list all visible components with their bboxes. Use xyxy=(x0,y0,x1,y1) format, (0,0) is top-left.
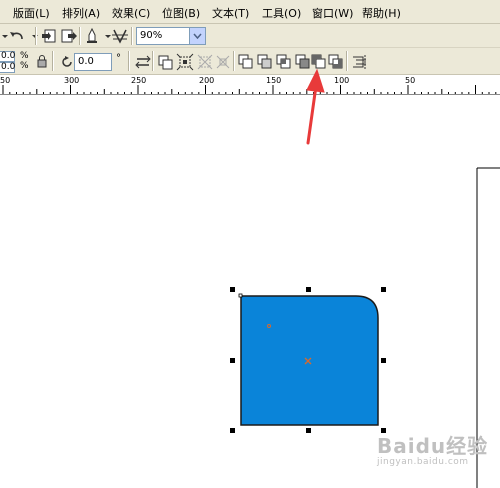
ungroup-all-icon xyxy=(196,53,214,71)
menu-text[interactable]: 文本(T) xyxy=(212,5,249,21)
menu-bar: 版面(L) 排列(A) 效果(C) 位图(B) 文本(T) 工具(O) 窗口(W… xyxy=(0,0,500,24)
percent-label: % xyxy=(20,51,29,61)
menu-bitmaps[interactable]: 位图(B) xyxy=(162,5,200,21)
lock-ratio-icon[interactable] xyxy=(33,52,51,70)
standard-toolbar: 90% xyxy=(0,24,500,48)
selection-handle[interactable] xyxy=(306,287,311,292)
menu-window[interactable]: 窗口(W) xyxy=(312,5,353,21)
import-icon[interactable] xyxy=(40,27,58,45)
selection-handle[interactable] xyxy=(230,358,235,363)
undo-icon[interactable] xyxy=(8,27,26,45)
menu-tools[interactable]: 工具(O) xyxy=(262,5,301,21)
selection-handle[interactable] xyxy=(230,287,235,292)
menu-effects[interactable]: 效果(C) xyxy=(112,5,150,21)
scale-height-value: 0.0 xyxy=(1,62,16,72)
ruler-label: 50 xyxy=(405,76,416,85)
front-minus-back-icon[interactable] xyxy=(310,53,328,71)
zoom-level-select[interactable]: 90% xyxy=(136,27,206,45)
group-icon[interactable] xyxy=(156,53,174,71)
toolbar-separator xyxy=(35,27,37,45)
selection-handle[interactable] xyxy=(381,358,386,363)
rounded-rectangle-shape[interactable] xyxy=(240,295,379,426)
intersect-icon[interactable] xyxy=(275,53,293,71)
toolbar-separator xyxy=(79,27,81,45)
toolbar-separator xyxy=(128,51,130,71)
ruler-label: 100 xyxy=(334,76,350,85)
create-boundary-icon[interactable] xyxy=(350,53,368,71)
property-bar: 0.0 0.0 % % 0.0 ° xyxy=(0,48,500,75)
menu-arrange[interactable]: 排列(A) xyxy=(62,5,100,21)
back-minus-front-icon[interactable] xyxy=(327,53,345,71)
combine-icon xyxy=(214,53,232,71)
watermark-text: Baidu经验 xyxy=(377,434,489,458)
toolbar-separator xyxy=(52,51,54,71)
scale-height-field[interactable]: 0.0 xyxy=(0,62,15,73)
rotation-angle-field[interactable]: 0.0 xyxy=(74,53,112,71)
weld-icon[interactable] xyxy=(237,53,255,71)
toolbar-separator xyxy=(152,51,154,71)
toolbar-separator xyxy=(346,51,348,71)
mirror-icon[interactable] xyxy=(134,53,152,71)
ungroup-icon[interactable] xyxy=(176,53,194,71)
rotation-angle-value: 0.0 xyxy=(78,56,94,67)
horizontal-ruler[interactable]: 50 300 250 200 150 100 50 xyxy=(0,75,500,95)
ruler-label: 200 xyxy=(199,76,215,85)
selection-handle[interactable] xyxy=(230,428,235,433)
ruler-label: 300 xyxy=(64,76,80,85)
ruler-label: 250 xyxy=(131,76,147,85)
selection-handle[interactable] xyxy=(381,287,386,292)
baidu-watermark: Baidu经验 jingyan.baidu.com xyxy=(377,430,488,467)
menu-help[interactable]: 帮助(H) xyxy=(362,5,401,21)
ruler-label: 50 xyxy=(0,76,11,85)
corner-node-icon[interactable] xyxy=(238,293,243,298)
menu-layout[interactable]: 版面(L) xyxy=(13,5,50,21)
ruler-label: 150 xyxy=(266,76,282,85)
export-icon[interactable] xyxy=(60,27,78,45)
selection-handle[interactable] xyxy=(306,428,311,433)
chevron-down-icon[interactable] xyxy=(189,28,205,44)
percent-label: % xyxy=(20,61,29,71)
scale-width-field[interactable]: 0.0 xyxy=(0,51,15,62)
degree-label: ° xyxy=(116,53,121,64)
scale-width-value: 0.0 xyxy=(1,51,16,61)
toolbar-separator xyxy=(131,27,133,45)
zoom-level-value: 90% xyxy=(140,30,163,41)
trim-icon[interactable] xyxy=(256,53,274,71)
toolbar-separator xyxy=(233,51,235,71)
corel-online-icon[interactable] xyxy=(110,27,128,45)
